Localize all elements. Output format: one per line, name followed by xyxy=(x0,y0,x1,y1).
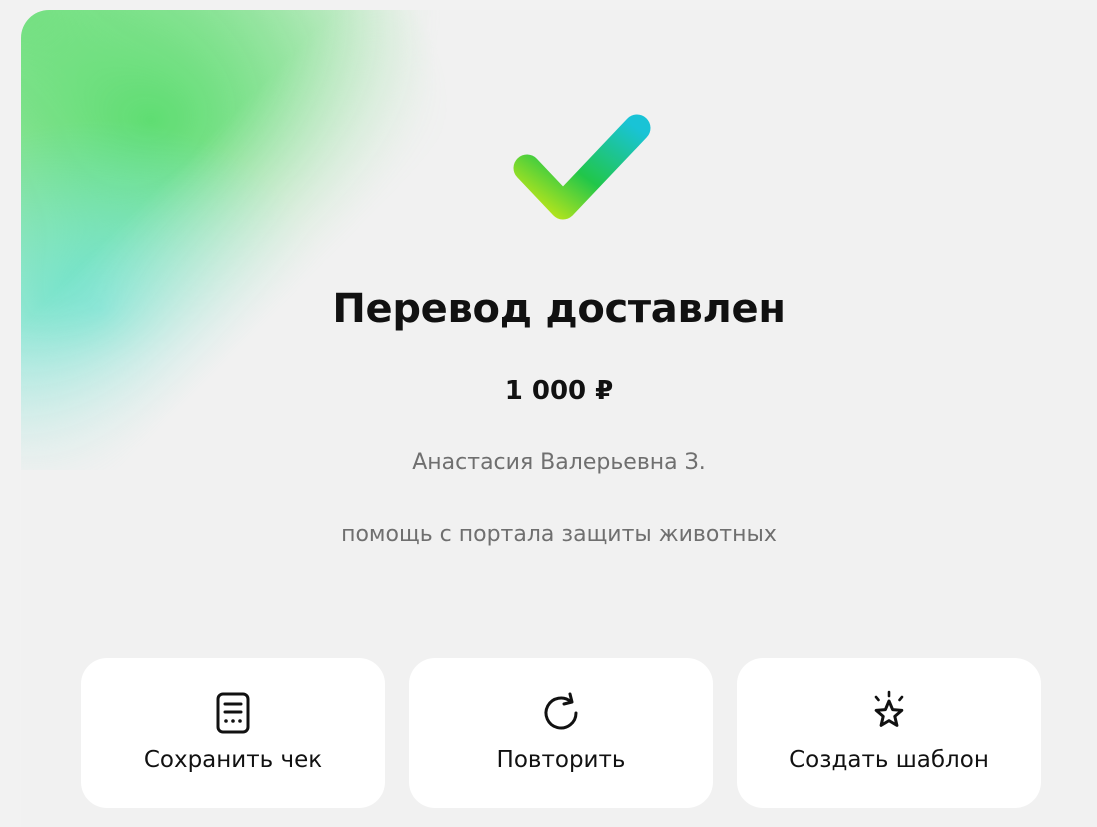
create-template-button[interactable]: Создать шаблон xyxy=(737,658,1041,808)
receipt-icon xyxy=(216,692,250,734)
repeat-button[interactable]: Повторить xyxy=(409,658,713,808)
repeat-label: Повторить xyxy=(496,747,626,773)
star-icon xyxy=(874,690,904,727)
page-title: Перевод доставлен xyxy=(332,286,786,332)
success-card: Перевод доставлен 1 000 ₽ Анастасия Вале… xyxy=(21,10,1097,827)
transfer-comment: помощь с портала защиты животных xyxy=(341,522,777,547)
create-template-label: Создать шаблон xyxy=(789,747,989,773)
transfer-amount: 1 000 ₽ xyxy=(504,376,614,406)
recipient-name: Анастасия Валерьевна З. xyxy=(412,450,706,475)
checkmark-icon xyxy=(513,114,651,220)
save-receipt-button[interactable]: Сохранить чек xyxy=(81,658,385,808)
save-receipt-label: Сохранить чек xyxy=(143,747,323,773)
repeat-icon xyxy=(544,692,578,730)
